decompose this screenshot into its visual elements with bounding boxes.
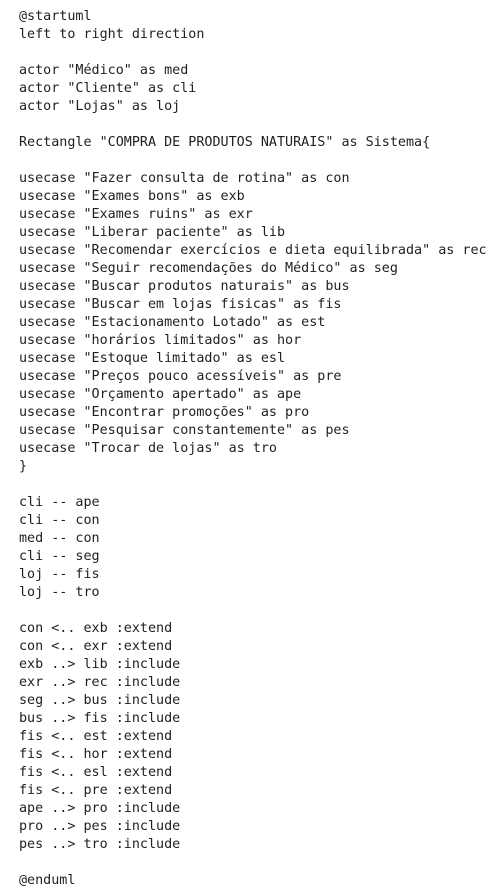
code-line: fis <.. hor :extend xyxy=(19,747,173,762)
code-line: usecase "Encontrar promoções" as pro xyxy=(19,405,310,420)
code-line: actor "Médico" as med xyxy=(19,63,189,78)
code-line: fis <.. est :extend xyxy=(19,729,173,744)
code-line: usecase "Recomendar exercícios e dieta e… xyxy=(19,243,486,258)
code-line: @enduml xyxy=(19,873,76,888)
code-line: usecase "Liberar paciente" as lib xyxy=(19,225,286,240)
code-line: actor "Cliente" as cli xyxy=(19,81,197,96)
code-line: usecase "Pesquisar constantemente" as pe… xyxy=(19,423,350,438)
code-line: @startuml xyxy=(19,9,92,24)
code-line: con <.. exb :extend xyxy=(19,621,173,636)
code-line: usecase "Seguir recomendações do Médico"… xyxy=(19,261,398,276)
code-line: fis <.. esl :extend xyxy=(19,765,173,780)
code-line: usecase "horários limitados" as hor xyxy=(19,333,302,348)
code-line: left to right direction xyxy=(19,27,205,42)
code-line: ape ..> pro :include xyxy=(19,801,181,816)
code-line: usecase "Buscar em lojas fisicas" as fis xyxy=(19,297,342,312)
code-line: usecase "Estoque limitado" as esl xyxy=(19,351,286,366)
code-line: usecase "Trocar de lojas" as tro xyxy=(19,441,277,456)
code-line: loj -- fis xyxy=(19,567,100,582)
plantuml-code-block: @startuml left to right direction actor … xyxy=(0,0,486,893)
code-line: pro ..> pes :include xyxy=(19,819,181,834)
code-line: cli -- con xyxy=(19,513,100,528)
code-line: usecase "Orçamento apertado" as ape xyxy=(19,387,302,402)
code-line: exb ..> lib :include xyxy=(19,657,181,672)
code-line: cli -- ape xyxy=(19,495,100,510)
code-line: fis <.. pre :extend xyxy=(19,783,173,798)
code-line: bus ..> fis :include xyxy=(19,711,181,726)
code-line: pes ..> tro :include xyxy=(19,837,181,852)
code-line: usecase "Exames bons" as exb xyxy=(19,189,245,204)
code-line: usecase "Exames ruins" as exr xyxy=(19,207,253,222)
code-line: } xyxy=(19,459,28,474)
code-line: med -- con xyxy=(19,531,100,546)
code-line: Rectangle "COMPRA DE PRODUTOS NATURAIS" … xyxy=(19,135,431,150)
code-line: loj -- tro xyxy=(19,585,100,600)
code-line: usecase "Buscar produtos naturais" as bu… xyxy=(19,279,350,294)
code-line: actor "Lojas" as loj xyxy=(19,99,181,114)
code-line: usecase "Estacionamento Lotado" as est xyxy=(19,315,326,330)
code-line: con <.. exr :extend xyxy=(19,639,173,654)
code-line: usecase "Fazer consulta de rotina" as co… xyxy=(19,171,350,186)
code-line: seg ..> bus :include xyxy=(19,693,181,708)
code-line: usecase "Preços pouco acessíveis" as pre xyxy=(19,369,342,384)
code-line: cli -- seg xyxy=(19,549,100,564)
code-line: exr ..> rec :include xyxy=(19,675,181,690)
